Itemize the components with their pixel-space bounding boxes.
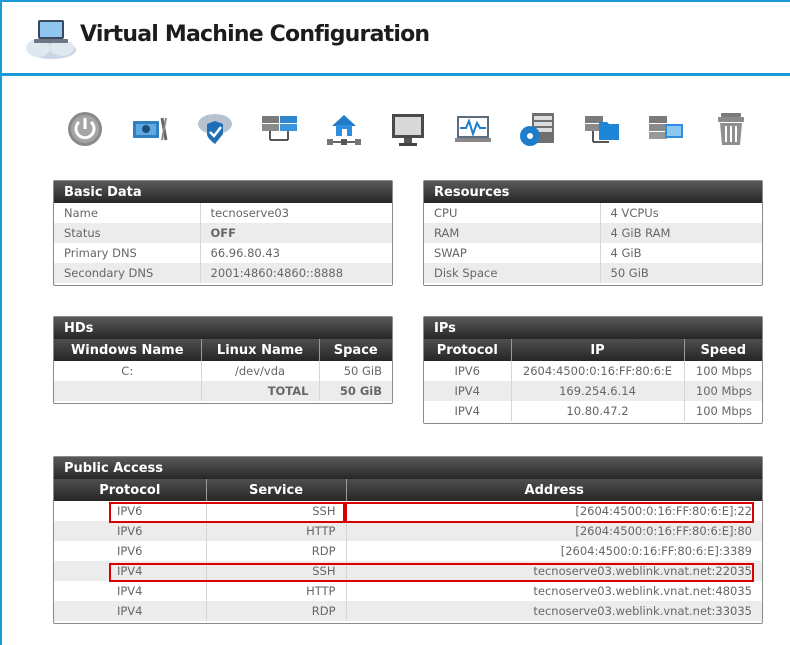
public-access-panel: Public Access Protocol Service Address I…: [53, 456, 763, 624]
hardware-tools-icon[interactable]: [130, 108, 170, 150]
field-label: RAM: [424, 223, 601, 243]
field-label: Status: [54, 223, 201, 243]
field-label: Secondary DNS: [54, 263, 201, 283]
table-cell: tecnoserve03.weblink.vnat.net:48035: [346, 581, 762, 601]
table-cell: IPV4: [54, 561, 207, 581]
field-value: 4 VCPUs: [600, 203, 762, 223]
field-label: SWAP: [424, 243, 601, 263]
field-value: 4 GiB RAM: [600, 223, 762, 243]
table-cell: 169.254.6.14: [511, 381, 685, 401]
page-title: Virtual Machine Configuration: [80, 22, 430, 47]
table-cell-empty: [54, 381, 202, 401]
table-cell: /dev/vda: [201, 361, 320, 381]
cloud-shield-icon[interactable]: [195, 108, 235, 150]
field-label: Name: [54, 203, 201, 223]
table-cell: HTTP: [206, 521, 347, 541]
table-cell: IPV6: [424, 361, 512, 381]
panel-title: Basic Data: [54, 181, 392, 203]
table-cell: [2604:4500:0:16:FF:80:6:E]:3389: [346, 541, 762, 561]
hds-panel: HDs Windows Name Linux Name Space C: /de…: [53, 316, 393, 404]
monitor-icon[interactable]: [388, 108, 428, 150]
server-folder-icon[interactable]: [582, 108, 622, 150]
server-windows-icon[interactable]: [646, 108, 686, 150]
table-cell: SSH: [206, 501, 347, 521]
column-header: Space: [319, 339, 392, 361]
field-value: 66.96.80.43: [200, 243, 392, 263]
field-value: tecnoserve03: [200, 203, 392, 223]
table-cell: IPV6: [54, 521, 207, 541]
column-header: Windows Name: [54, 339, 202, 361]
table-cell: 2604:4500:0:16:FF:80:6:E: [511, 361, 685, 381]
table-cell: IPV4: [424, 381, 512, 401]
panel-title: Public Access: [54, 457, 762, 479]
basic-data-panel: Basic Data Name tecnoserve03 Status OFF Pr…: [53, 180, 393, 286]
field-value: 4 GiB: [600, 243, 762, 263]
resources-panel: Resources CPU 4 VCPUs RAM 4 GiB RAM SWAP 4 …: [423, 180, 763, 286]
column-header: Address: [346, 479, 762, 501]
total-label: TOTAL: [201, 381, 320, 401]
page-header: Virtual Machine Configuration: [2, 2, 790, 76]
activity-monitor-icon[interactable]: [453, 108, 493, 150]
table-cell: 100 Mbps: [684, 381, 762, 401]
table-cell: tecnoserve03.weblink.vnat.net:22035: [346, 561, 762, 581]
frame-left-border: [0, 0, 2, 645]
column-header: Protocol: [54, 479, 207, 501]
field-label: CPU: [424, 203, 601, 223]
ips-panel: IPs Protocol IP Speed IPV6 2604:4500:0:1…: [423, 316, 763, 424]
table-cell: IPV4: [54, 581, 207, 601]
table-cell: RDP: [206, 541, 347, 561]
table-cell: 10.80.47.2: [511, 401, 685, 421]
total-value: 50 GiB: [319, 381, 392, 401]
table-cell: RDP: [206, 601, 347, 621]
table-cell: IPV6: [54, 501, 207, 521]
table-cell: [2604:4500:0:16:FF:80:6:E]:22: [346, 501, 762, 521]
table-cell: tecnoserve03.weblink.vnat.net:33035: [346, 601, 762, 621]
status-value: OFF: [200, 223, 392, 243]
action-toolbar: [0, 108, 790, 152]
column-header: Service: [206, 479, 347, 501]
column-header: Linux Name: [201, 339, 320, 361]
panel-title: IPs: [424, 317, 762, 339]
table-cell: 50 GiB: [319, 361, 392, 381]
home-network-icon[interactable]: [324, 108, 364, 150]
server-disk-icon[interactable]: [517, 108, 557, 150]
column-header: Protocol: [424, 339, 512, 361]
server-network-icon[interactable]: [259, 108, 299, 150]
column-header: IP: [511, 339, 685, 361]
table-cell: IPV6: [54, 541, 207, 561]
panel-title: HDs: [54, 317, 392, 339]
table-cell: SSH: [206, 561, 347, 581]
cloud-computer-icon: [22, 16, 78, 60]
table-cell: IPV4: [54, 601, 207, 621]
table-cell: C:: [54, 361, 202, 381]
table-cell: HTTP: [206, 581, 347, 601]
table-cell: IPV4: [424, 401, 512, 421]
field-label: Disk Space: [424, 263, 601, 283]
table-cell: [2604:4500:0:16:FF:80:6:E]:80: [346, 521, 762, 541]
table-cell: 100 Mbps: [684, 361, 762, 381]
field-value: 50 GiB: [600, 263, 762, 283]
trash-icon[interactable]: [711, 108, 751, 150]
field-value: 2001:4860:4860::8888: [200, 263, 392, 283]
table-cell: 100 Mbps: [684, 401, 762, 421]
field-label: Primary DNS: [54, 243, 201, 263]
column-header: Speed: [684, 339, 762, 361]
panel-title: Resources: [424, 181, 762, 203]
power-icon[interactable]: [65, 108, 105, 150]
